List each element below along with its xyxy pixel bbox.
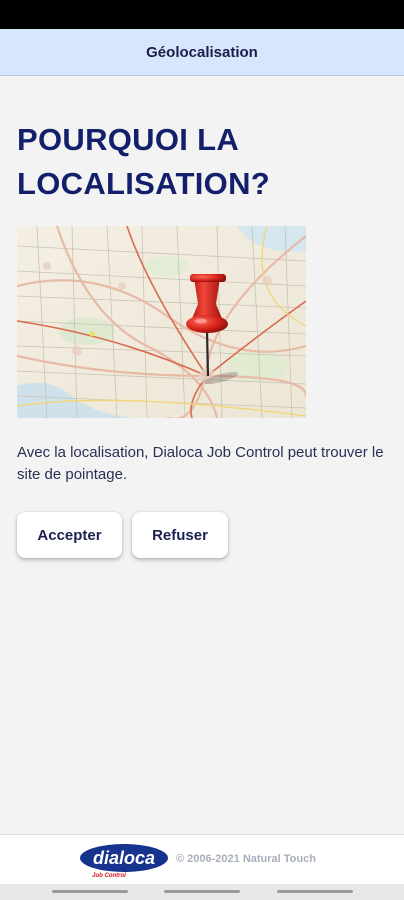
dialoca-logo: dialoca Job Control [79,843,169,879]
recent-apps-handle[interactable] [52,890,128,893]
map-pin-image [17,226,306,418]
location-description: Avec la localisation, Dialoca Job Contro… [17,444,384,483]
back-handle[interactable] [277,890,353,893]
page-title: POURQUOI LA LOCALISATION? [17,122,271,201]
refuse-button[interactable]: Refuser [132,512,228,558]
main-content: POURQUOI LA LOCALISATION? Avec la locali… [0,76,404,834]
home-handle[interactable] [164,890,240,893]
accept-button[interactable]: Accepter [17,512,122,558]
header-title: Géolocalisation [146,43,258,61]
status-bar [0,0,404,29]
svg-text:Job Control: Job Control [92,873,126,879]
system-navigation-bar [0,884,404,900]
svg-text:dialoca: dialoca [93,848,155,868]
app-header: Géolocalisation [0,29,404,76]
footer: dialoca Job Control © 2006-2021 Natural … [0,834,404,884]
copyright-text: © 2006-2021 Natural Touch [176,853,316,865]
